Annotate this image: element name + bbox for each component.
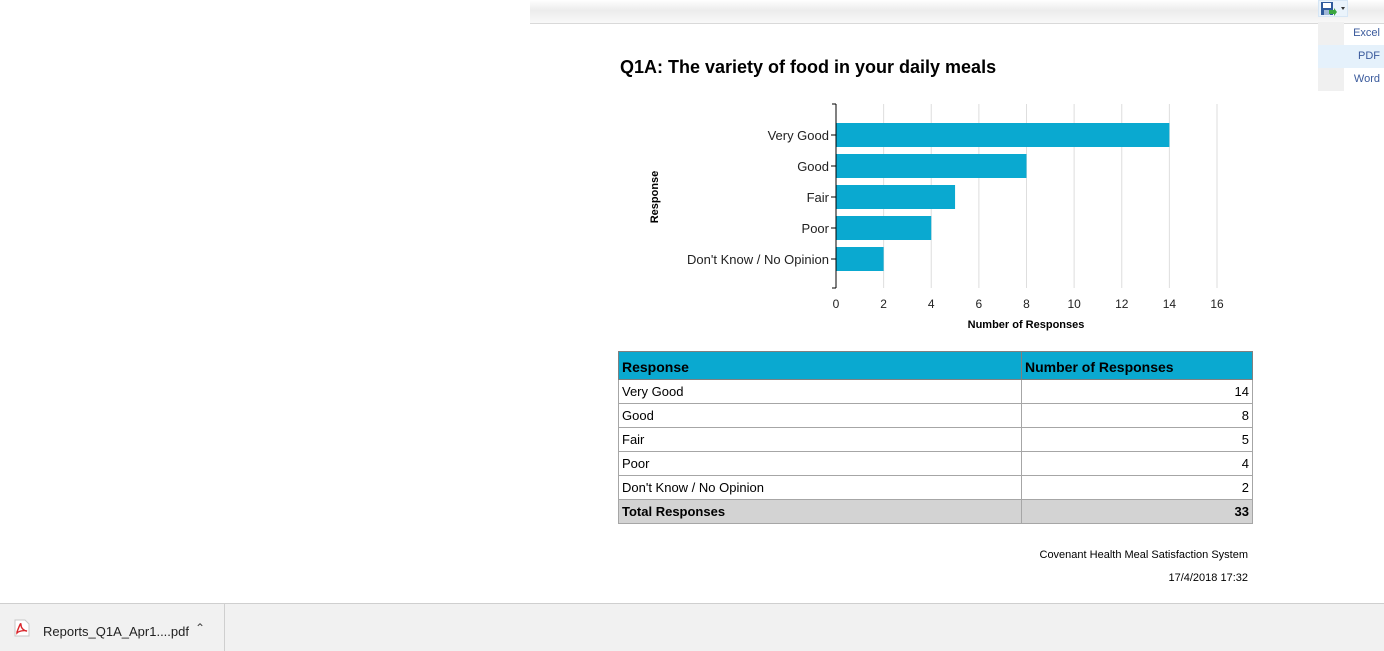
x-tick-label: 14 — [1163, 297, 1177, 311]
table-header-count: Number of Responses — [1021, 351, 1253, 380]
table-cell-count: 4 — [1021, 451, 1253, 476]
x-tick-label: 8 — [1023, 297, 1030, 311]
download-bar: Reports_Q1A_Apr1....pdf ⌃ — [0, 603, 1384, 651]
x-axis-title: Number of Responses — [968, 319, 1085, 331]
report-toolbar — [530, 0, 1384, 24]
table-row: Don't Know / No Opinion 2 — [618, 475, 1253, 500]
export-pdf-label[interactable]: PDF — [1358, 50, 1380, 62]
x-tick-label: 0 — [833, 297, 840, 311]
table-cell-response: Don't Know / No Opinion — [618, 475, 1022, 500]
table-header-response: Response — [618, 351, 1022, 380]
table-cell-response: Very Good — [618, 379, 1022, 404]
report-title: Q1A: The variety of food in your daily m… — [620, 57, 997, 77]
pdf-file-icon — [14, 619, 30, 637]
table-cell-count: 8 — [1021, 403, 1253, 428]
x-tick-label: 10 — [1067, 297, 1081, 311]
export-pdf-item[interactable]: PDF — [1318, 45, 1384, 68]
y-tick-label: Fair — [807, 190, 830, 205]
table-total-label: Total Responses — [618, 499, 1022, 524]
x-tick-label: 16 — [1210, 297, 1224, 311]
bar — [836, 154, 1027, 178]
table-cell-response: Fair — [618, 427, 1022, 452]
y-axis-title: Response — [649, 171, 661, 224]
x-tick-label: 2 — [880, 297, 887, 311]
footer-timestamp: 17/4/2018 17:32 — [1168, 572, 1248, 584]
table-row: Poor 4 — [618, 451, 1253, 476]
export-excel-item[interactable]: Excel — [1318, 22, 1384, 45]
y-tick-label: Don't Know / No Opinion — [687, 252, 829, 267]
table-total-row: Total Responses 33 — [618, 499, 1253, 524]
table-total-value: 33 — [1021, 499, 1253, 524]
download-item[interactable]: Reports_Q1A_Apr1....pdf ⌃ — [0, 604, 225, 651]
export-menu: Excel PDF Word — [1318, 22, 1384, 91]
bar — [836, 123, 1170, 147]
table-row: Good 8 — [618, 403, 1253, 428]
export-excel-label[interactable]: Excel — [1353, 27, 1380, 39]
y-tick-label: Good — [797, 159, 829, 174]
table-cell-response: Poor — [618, 451, 1022, 476]
table-row: Fair 5 — [618, 427, 1253, 452]
download-file-name[interactable]: Reports_Q1A_Apr1....pdf — [43, 624, 189, 639]
x-tick-label: 12 — [1115, 297, 1129, 311]
table-cell-count: 5 — [1021, 427, 1253, 452]
y-tick-label: Very Good — [768, 128, 829, 143]
table-row: Very Good 14 — [618, 379, 1253, 404]
bar — [836, 185, 956, 209]
save-disk-icon — [1321, 2, 1345, 16]
footer-system-name: Covenant Health Meal Satisfaction System — [1039, 549, 1249, 561]
bar — [836, 247, 884, 271]
export-word-label[interactable]: Word — [1354, 73, 1380, 85]
table-cell-count: 2 — [1021, 475, 1253, 500]
y-tick-label: Poor — [802, 221, 830, 236]
export-word-item[interactable]: Word — [1318, 68, 1384, 91]
chevron-up-icon[interactable]: ⌃ — [195, 621, 205, 635]
x-tick-label: 6 — [976, 297, 983, 311]
response-bar-chart: Very Good Good Fair Poor Don't Know / No Opi… — [649, 103, 1224, 331]
responses-table: Response Number of Responses Very Good 1… — [618, 351, 1253, 524]
table-header-row: Response Number of Responses — [618, 351, 1253, 380]
export-save-button[interactable] — [1318, 0, 1348, 17]
x-tick-label: 4 — [928, 297, 935, 311]
table-cell-count: 14 — [1021, 379, 1253, 404]
bar — [836, 216, 932, 240]
table-cell-response: Good — [618, 403, 1022, 428]
